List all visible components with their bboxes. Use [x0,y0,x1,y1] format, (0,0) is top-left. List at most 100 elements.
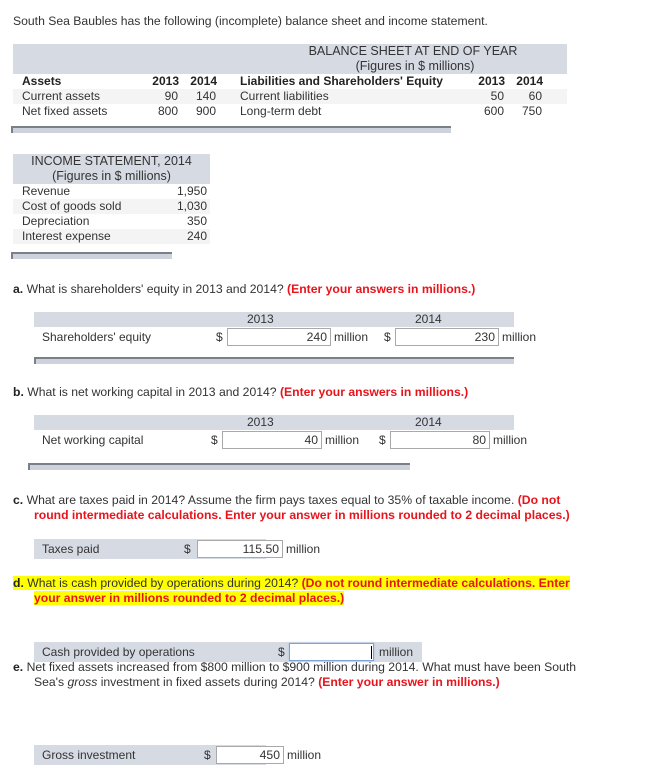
asset-label: Net fixed assets [22,104,108,118]
income-statement-header: INCOME STATEMENT, 2014 (Figures in $ mil… [13,154,210,184]
question-letter: a. [13,282,24,296]
answer-row-d: Cash provided by operations $ million [34,642,422,662]
taxes-paid-input[interactable]: 115.50 [197,540,283,558]
liability-value-2014: 750 [521,104,542,118]
question-text: What are taxes paid in 2014? Assume the … [26,493,515,507]
liability-value-2013: 600 [483,104,504,118]
row-label: Net working capital [42,433,144,447]
currency-symbol: $ [204,748,211,762]
question-text-continued: Sea's [34,675,68,689]
shareholders-equity-2014-input[interactable]: 230 [395,328,499,346]
year-header-2013: 2013 [152,74,179,88]
income-statement-table: INCOME STATEMENT, 2014 (Figures in $ mil… [13,154,210,244]
balance-sheet-subtitle: (Figures in $ millions) [355,59,475,73]
answer-row: Net working capital $ 40 million $ 80 mi… [34,430,527,450]
question-letter: d. [13,576,24,590]
income-value: 350 [186,214,207,228]
income-label: Interest expense [22,229,111,243]
table-footer-bar [11,252,172,259]
liabilities-header: Liabilities and Shareholders' Equity [240,74,443,88]
unit-label: million [334,330,369,344]
currency-symbol: $ [278,645,285,659]
table-footer-bar [11,126,451,133]
income-label: Revenue [22,184,71,198]
liability-value-2014: 60 [528,89,542,103]
answer-row-e: Gross investment $ 450 million [34,745,321,765]
income-value: 1,030 [176,199,207,213]
liability-label: Current liabilities [240,89,329,103]
question-text-continued: investment in fixed assets during 2014? [97,675,315,689]
net-working-capital-2014-input[interactable]: 80 [390,431,490,449]
row-label: Taxes paid [42,542,100,556]
income-label: Cost of goods sold [22,199,122,213]
question-letter: e. [13,660,24,674]
question-instruction: (Enter your answer in millions.) [318,675,500,689]
liab-year-header-2013: 2013 [478,74,505,88]
income-label: Depreciation [22,214,90,228]
unit-label: million [379,645,414,659]
question-instruction: (Do not [517,493,561,507]
table-row: Revenue 1,950 [13,184,210,199]
shareholders-equity-2013-input[interactable]: 240 [227,328,331,346]
question-text: What is cash provided by operations duri… [27,576,299,590]
answer-row: Shareholders' equity $ 240 million $ 230… [34,327,536,347]
unit-label: million [502,330,537,344]
table-row: Net fixed assets 800 900 Long-term debt … [13,104,567,119]
asset-value-2014: 900 [195,104,216,118]
text-cursor [371,646,372,659]
answer-table-a: 2013 2014 Shareholders' equity $ 240 mil… [34,312,536,347]
table-row: Interest expense 240 [13,229,210,244]
income-statement-title: INCOME STATEMENT, 2014 [31,154,192,168]
row-label: Shareholders' equity [42,330,152,344]
asset-label: Current assets [22,89,101,103]
liability-value-2013: 50 [490,89,504,103]
question-d: d. What is cash provided by operations d… [13,576,570,606]
currency-symbol: $ [384,330,391,344]
question-instruction: (Do not round intermediate calculations.… [301,576,570,590]
table-footer-bar [28,463,410,470]
gross-investment-input[interactable]: 450 [216,746,284,764]
cash-provided-by-operations-input[interactable] [289,643,374,661]
assets-header: Assets [22,74,62,88]
liab-year-header-2014: 2014 [516,74,543,88]
emphasis-text: gross [67,675,98,689]
question-instruction-continued: your answer in millions rounded to 2 dec… [34,591,345,605]
income-value: 240 [186,229,207,243]
question-instruction: (Enter your answers in millions.) [279,385,469,399]
question-letter: c. [13,493,24,507]
table-row: Cost of goods sold 1,030 [13,199,210,214]
currency-symbol: $ [184,542,191,556]
table-row: Current assets 90 140 Current liabilitie… [13,89,567,104]
intro-text: South Sea Baubles has the following (inc… [13,14,488,28]
question-c: c. What are taxes paid in 2014? Assume t… [13,493,570,523]
question-b: b. What is net working capital in 2013 a… [13,385,468,400]
year-2013-label: 2013 [247,415,274,429]
balance-sheet-header: BALANCE SHEET AT END OF YEAR (Figures in… [13,44,567,74]
liability-label: Long-term debt [240,104,322,118]
income-value: 1,950 [176,184,207,198]
balance-sheet-table: BALANCE SHEET AT END OF YEAR (Figures in… [13,44,567,118]
question-a: a. What is shareholders' equity in 2013 … [13,282,475,297]
year-2014-label: 2014 [415,312,442,326]
question-instruction: (Enter your answers in millions.) [287,282,476,296]
currency-symbol: $ [216,330,223,344]
answer-row-c: Taxes paid $ 115.50 million [34,539,320,559]
row-label: Cash provided by operations [42,645,195,659]
asset-value-2013: 800 [157,104,178,118]
net-working-capital-2013-input[interactable]: 40 [222,431,322,449]
question-letter: b. [13,385,24,399]
table-row: Depreciation 350 [13,214,210,229]
currency-symbol: $ [379,433,386,447]
question-text: What is net working capital in 2013 and … [27,385,277,399]
unit-label: million [493,433,528,447]
table-footer-bar [34,357,514,364]
year-2014-label: 2014 [415,415,442,429]
unit-label: million [286,542,321,556]
answer-header: 2013 2014 [34,415,514,430]
balance-sheet-title: BALANCE SHEET AT END OF YEAR [308,44,518,58]
currency-symbol: $ [211,433,218,447]
asset-value-2013: 90 [164,89,178,103]
answer-header: 2013 2014 [34,312,514,327]
answer-table-b: 2013 2014 Net working capital $ 40 milli… [34,415,527,450]
year-header-2014: 2014 [190,74,217,88]
